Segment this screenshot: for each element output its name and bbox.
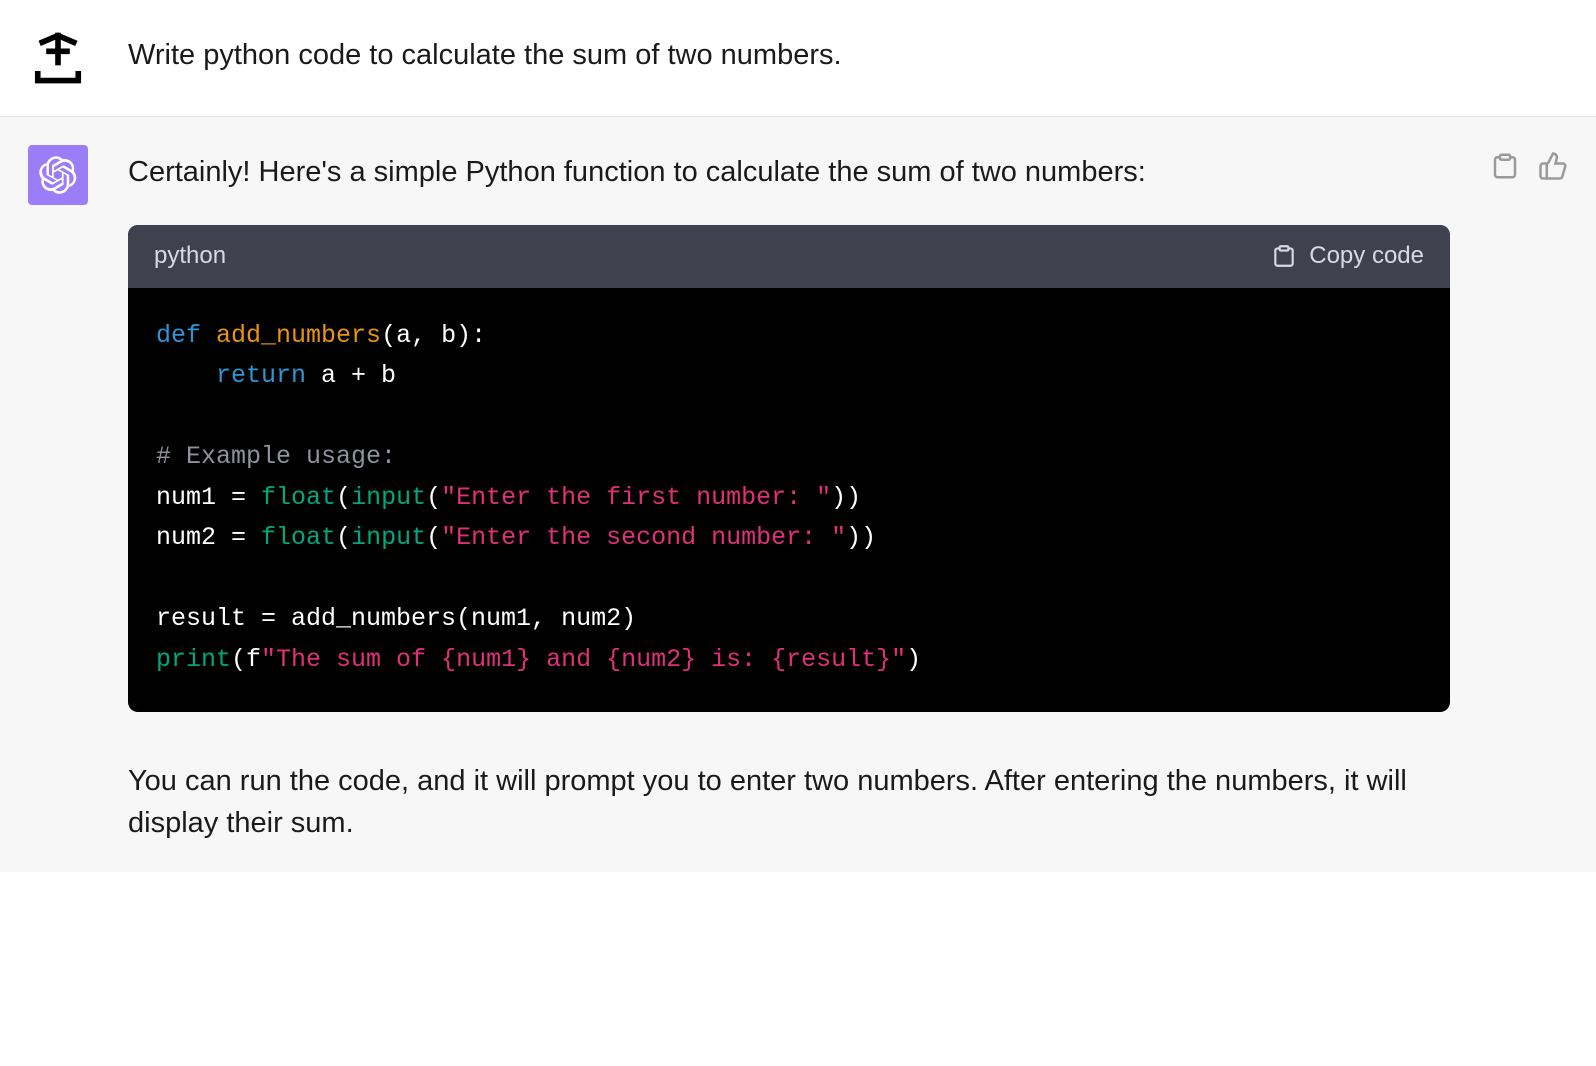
user-avatar <box>28 28 88 88</box>
code-token: # Example usage: <box>156 442 396 471</box>
code-token: ) <box>906 645 921 674</box>
code-token: num1 = <box>156 483 261 512</box>
code-token: "The sum of {num1} and {num2} is: {resul… <box>261 645 906 674</box>
clipboard-icon <box>1271 243 1297 269</box>
code-token: input <box>351 523 426 552</box>
assistant-message: Certainly! Here's a simple Python functi… <box>0 117 1596 872</box>
code-token: float <box>261 523 336 552</box>
code-header: python Copy code <box>128 225 1450 288</box>
copy-code-button[interactable]: Copy code <box>1271 239 1424 274</box>
code-language-label: python <box>154 239 226 274</box>
code-token: add_numbers <box>216 321 381 350</box>
code-token: input <box>351 483 426 512</box>
assistant-outro-text: You can run the code, and it will prompt… <box>128 760 1450 844</box>
code-token: (a, b): <box>381 321 486 350</box>
user-avatar-icon <box>31 31 85 85</box>
code-token: return <box>216 361 306 390</box>
assistant-avatar <box>28 145 88 205</box>
code-token: float <box>261 483 336 512</box>
assistant-message-body: Certainly! Here's a simple Python functi… <box>128 145 1450 844</box>
assistant-intro-text: Certainly! Here's a simple Python functi… <box>128 151 1450 193</box>
thumbs-up-icon[interactable] <box>1538 151 1568 181</box>
user-message: Write python code to calculate the sum o… <box>0 0 1596 117</box>
code-token: num2 = <box>156 523 261 552</box>
code-token: def <box>156 321 201 350</box>
code-token: result = add_numbers(num1, num2) <box>156 604 636 633</box>
user-message-text: Write python code to calculate the sum o… <box>128 34 1568 76</box>
code-token: print <box>156 645 231 674</box>
code-token: "Enter the second number: " <box>441 523 846 552</box>
user-message-body: Write python code to calculate the sum o… <box>128 28 1568 88</box>
copy-code-label: Copy code <box>1309 239 1424 274</box>
code-token: "Enter the first number: " <box>441 483 831 512</box>
code-token: a + b <box>306 361 396 390</box>
copy-icon[interactable] <box>1490 151 1520 181</box>
code-token: (f <box>231 645 261 674</box>
assistant-avatar-icon <box>39 156 77 194</box>
code-block: python Copy code def add_numbers(a, b): … <box>128 225 1450 712</box>
code-token: )) <box>846 523 876 552</box>
message-actions <box>1490 145 1568 844</box>
code-content: def add_numbers(a, b): return a + b # Ex… <box>128 288 1450 713</box>
code-token: )) <box>831 483 861 512</box>
